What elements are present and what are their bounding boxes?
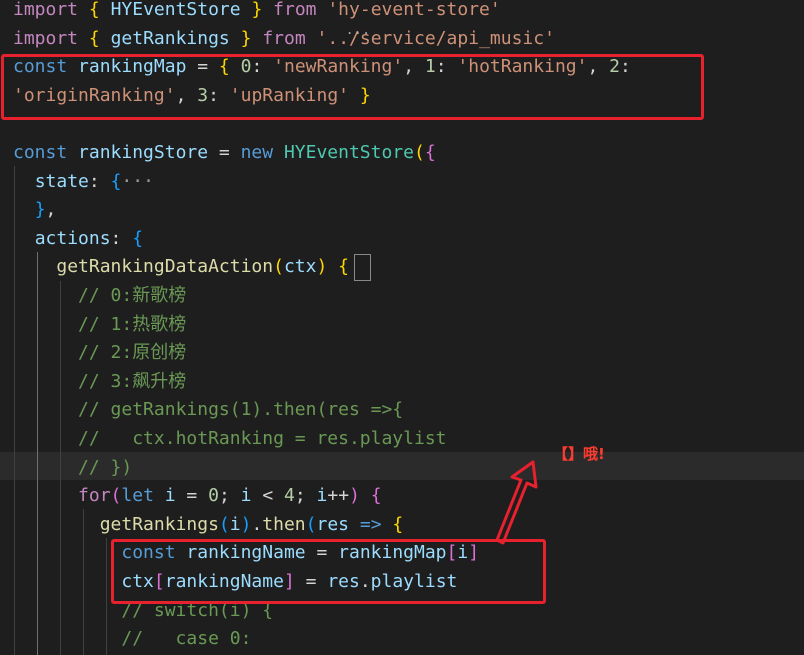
annotation-label: 【】哦! — [553, 445, 605, 463]
annotation-arrow — [495, 460, 538, 545]
